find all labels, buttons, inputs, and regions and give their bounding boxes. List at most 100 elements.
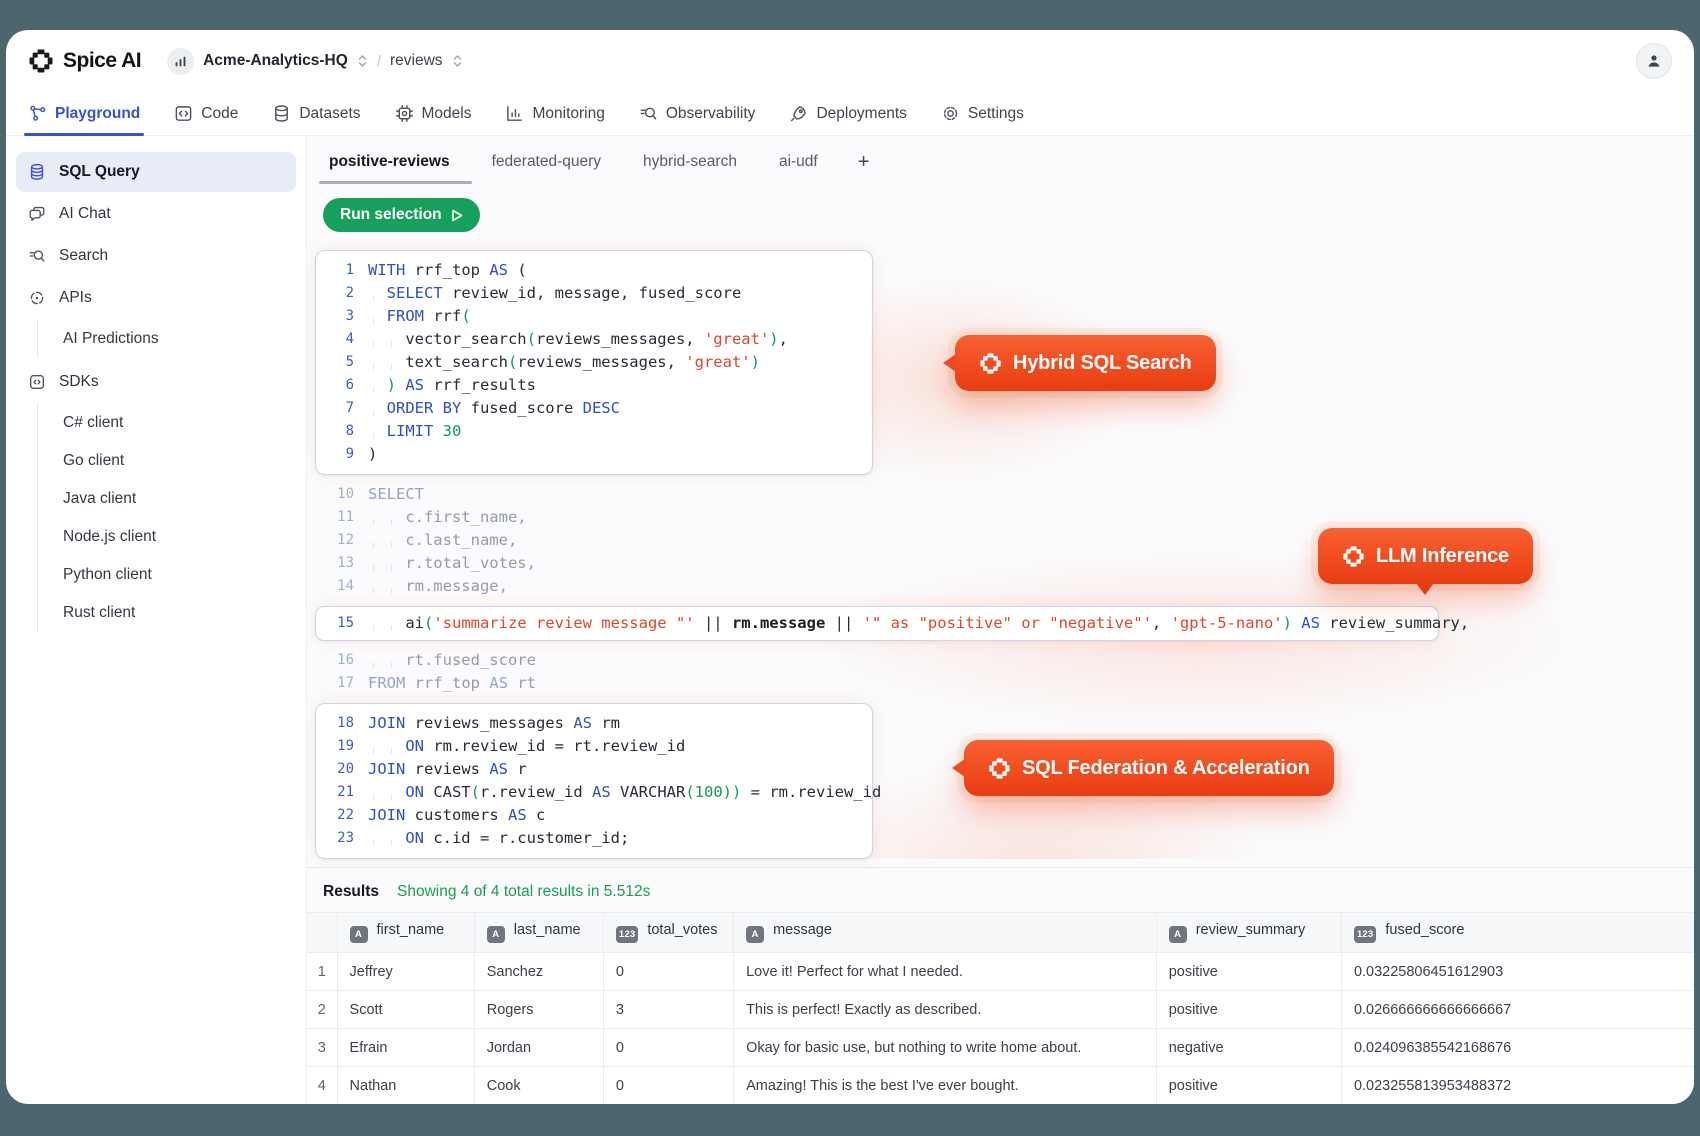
tab-positive-reviews[interactable]: positive-reviews	[323, 140, 456, 184]
code-text: ON c.id = r.customer_id;	[368, 827, 629, 850]
nav-label: Deployments	[816, 105, 906, 123]
nav-item-settings[interactable]: Settings	[941, 92, 1024, 135]
nav-item-monitoring[interactable]: Monitoring	[505, 92, 604, 135]
sidebar-item-python-client[interactable]: Python client	[38, 556, 296, 594]
sort-chevrons-icon[interactable]	[452, 54, 463, 68]
column-header-last_name[interactable]: Alast_name	[474, 913, 603, 953]
sidebar-item-sdks[interactable]: SDKs	[16, 362, 296, 402]
code-block: 15ai('summarize review message "' || rm.…	[315, 606, 1439, 641]
spice-badge-icon	[1342, 545, 1365, 568]
app-window: Spice AI Acme-Analytics-HQ / reviews	[6, 30, 1694, 1104]
code-text: FROM rrf(	[368, 305, 471, 328]
code-text: ai('summarize review message "' || rm.me…	[368, 612, 1469, 635]
code-line: 20JOIN reviews AS r	[328, 758, 860, 781]
sidebar-item-apis[interactable]: APIs	[16, 278, 296, 318]
sidebar-item-sql-query[interactable]: SQL Query	[16, 152, 296, 192]
table-cell: 0.023255813953488372	[1341, 1067, 1694, 1105]
code-line: 18JOIN reviews_messages AS rm	[328, 712, 860, 735]
callout-llm-inference: LLM Inference	[1318, 528, 1533, 584]
table-cell: 0.026666666666666667	[1341, 991, 1694, 1029]
apis-sub-list: AI Predictions	[37, 320, 296, 358]
datasets-icon	[272, 104, 291, 123]
code-line: 19ON rm.review_id = rt.review_id	[328, 735, 860, 758]
table-cell: Scott	[337, 991, 474, 1029]
observability-icon	[639, 104, 658, 123]
line-number: 7	[328, 397, 354, 420]
nav-label: Monitoring	[532, 105, 604, 123]
line-number: 11	[328, 506, 354, 529]
line-number: 5	[328, 351, 354, 374]
sidebar-item-rust-client[interactable]: Rust client	[38, 594, 296, 632]
user-avatar[interactable]	[1636, 43, 1672, 79]
tab-hybrid-search[interactable]: hybrid-search	[637, 140, 743, 184]
row-number-cell: 4	[307, 1067, 337, 1105]
line-number: 17	[328, 672, 354, 695]
nav-item-playground[interactable]: Playground	[28, 92, 140, 135]
line-number: 13	[328, 552, 354, 575]
column-header-review_summary[interactable]: Areview_summary	[1156, 913, 1341, 953]
sidebar-item-ai-predictions[interactable]: AI Predictions	[38, 320, 296, 358]
nav-label: Code	[201, 105, 238, 123]
line-number: 6	[328, 374, 354, 397]
code-text: ) AS rrf_results	[368, 374, 536, 397]
sidebar: SQL Query AI Chat Search APIs	[6, 136, 307, 1104]
sidebar-item-ai-chat[interactable]: AI Chat	[16, 194, 296, 234]
table-cell: Jeffrey	[337, 953, 474, 991]
nav-item-code[interactable]: Code	[174, 92, 238, 135]
nav-item-deployments[interactable]: Deployments	[789, 92, 906, 135]
code-line: 21ON CAST(r.review_id AS VARCHAR(100)) =…	[328, 781, 860, 804]
code-line: 1WITH rrf_top AS (	[328, 259, 860, 282]
breadcrumb: Acme-Analytics-HQ / reviews	[167, 48, 462, 75]
code-text: SELECT	[368, 483, 424, 506]
sidebar-item-search[interactable]: Search	[16, 236, 296, 276]
table-cell: 0.024096385542168676	[1341, 1029, 1694, 1067]
table-row: 1JeffreySanchez0Love it! Perfect for wha…	[307, 953, 1694, 991]
code-text: LIMIT 30	[368, 420, 461, 443]
main-panel: positive-reviews federated-query hybrid-…	[307, 136, 1694, 1104]
tab-ai-udf[interactable]: ai-udf	[773, 140, 824, 184]
text-type-icon: A	[350, 926, 368, 943]
code-line: 22JOIN customers AS c	[328, 804, 860, 827]
column-header-first_name[interactable]: Afirst_name	[337, 913, 474, 953]
spice-logo-icon	[28, 48, 54, 74]
column-header-fused_score[interactable]: 123fused_score	[1341, 913, 1694, 953]
code-line: 8LIMIT 30	[328, 420, 860, 443]
table-row: 3EfrainJordan0Okay for basic use, but no…	[307, 1029, 1694, 1067]
table-cell: Efrain	[337, 1029, 474, 1067]
line-number: 2	[328, 282, 354, 305]
run-selection-button[interactable]: Run selection	[323, 198, 480, 232]
sidebar-label: SDKs	[59, 373, 99, 391]
add-tab-button[interactable]: +	[854, 151, 874, 174]
line-number: 16	[328, 649, 354, 672]
code-text: JOIN customers AS c	[368, 804, 545, 827]
table-cell: Rogers	[474, 991, 603, 1029]
breadcrumb-org[interactable]: Acme-Analytics-HQ	[203, 52, 348, 70]
code-line: 3FROM rrf(	[328, 305, 860, 328]
sidebar-item-csharp-client[interactable]: C# client	[38, 404, 296, 442]
code-line: 7 ORDER BY fused_score DESC	[328, 397, 860, 420]
code-line: 16rt.fused_score	[328, 649, 1665, 672]
sidebar-item-java-client[interactable]: Java client	[38, 480, 296, 518]
sidebar-item-go-client[interactable]: Go client	[38, 442, 296, 480]
code-text: ON CAST(r.review_id AS VARCHAR(100)) = r…	[368, 781, 881, 804]
column-header-total_votes[interactable]: 123total_votes	[603, 913, 733, 953]
tab-federated-query[interactable]: federated-query	[486, 140, 607, 184]
code-text: ORDER BY fused_score DESC	[368, 397, 620, 420]
line-number: 23	[328, 827, 354, 850]
code-line: 4vector_search(reviews_messages, 'great'…	[328, 328, 860, 351]
nav-item-datasets[interactable]: Datasets	[272, 92, 360, 135]
sidebar-label: APIs	[59, 289, 92, 307]
nav-item-observability[interactable]: Observability	[639, 92, 756, 135]
code-icon	[174, 104, 193, 123]
code-block: 18JOIN reviews_messages AS rm19ON rm.rev…	[315, 703, 873, 859]
column-header-message[interactable]: Amessage	[734, 913, 1157, 953]
nav-item-models[interactable]: Models	[395, 92, 472, 135]
callout-sql-federation: SQL Federation & Acceleration	[964, 740, 1334, 796]
table-cell: 0	[603, 1029, 733, 1067]
sort-chevrons-icon[interactable]	[357, 54, 368, 68]
sidebar-item-nodejs-client[interactable]: Node.js client	[38, 518, 296, 556]
callout-label: LLM Inference	[1376, 545, 1509, 568]
query-tabs: positive-reviews federated-query hybrid-…	[307, 136, 1694, 184]
table-cell: Sanchez	[474, 953, 603, 991]
breadcrumb-project[interactable]: reviews	[390, 52, 443, 70]
